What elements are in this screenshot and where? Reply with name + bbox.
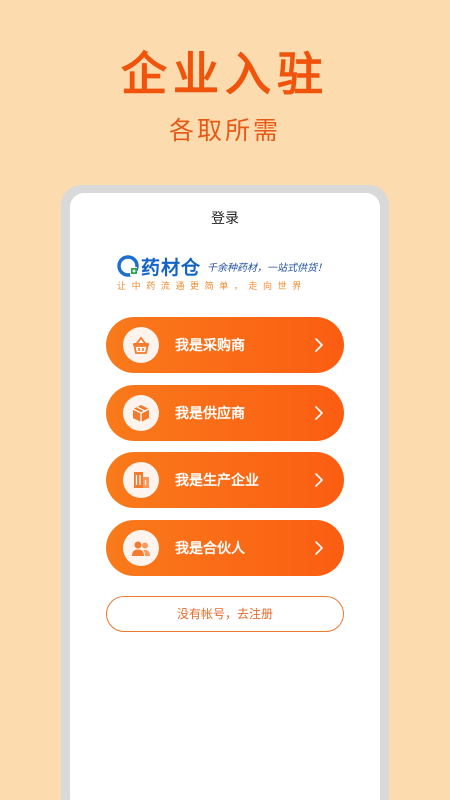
chevron-right-icon: [315, 338, 323, 352]
logo-name: 药材仓: [141, 256, 202, 279]
logo-slogan: 千余种药材，一站式供货！: [207, 262, 328, 274]
register-button[interactable]: 没有帐号，去注册: [106, 596, 344, 632]
hero-subtitle: 各取所需: [168, 116, 281, 145]
building-icon: [123, 462, 159, 498]
supplier-label: 我是供应商: [175, 406, 245, 422]
hero-title: 企业入驻: [121, 47, 329, 101]
partners-icon: [123, 530, 159, 566]
manufacturer-label: 我是生产企业: [175, 473, 259, 489]
partner-button[interactable]: 我是合伙人: [106, 520, 344, 576]
supplier-button[interactable]: 我是供应商: [106, 385, 344, 441]
chevron-right-icon: [315, 406, 323, 420]
logo-tagline: 让中药流通更简单，走向世界: [117, 282, 307, 292]
partner-label: 我是合伙人: [175, 541, 245, 557]
chevron-right-icon: [315, 473, 323, 487]
page-title: 登录: [211, 211, 239, 227]
basket-icon: [123, 327, 159, 363]
brand-logo: 药材仓 千余种药材，一站式供货！: [117, 254, 328, 279]
purchaser-button[interactable]: 我是采购商: [106, 317, 344, 373]
manufacturer-button[interactable]: 我是生产企业: [106, 452, 344, 508]
purchaser-label: 我是采购商: [175, 338, 245, 354]
chevron-right-icon: [315, 541, 323, 555]
package-icon: [123, 395, 159, 431]
logo-mark-icon: [117, 255, 139, 277]
